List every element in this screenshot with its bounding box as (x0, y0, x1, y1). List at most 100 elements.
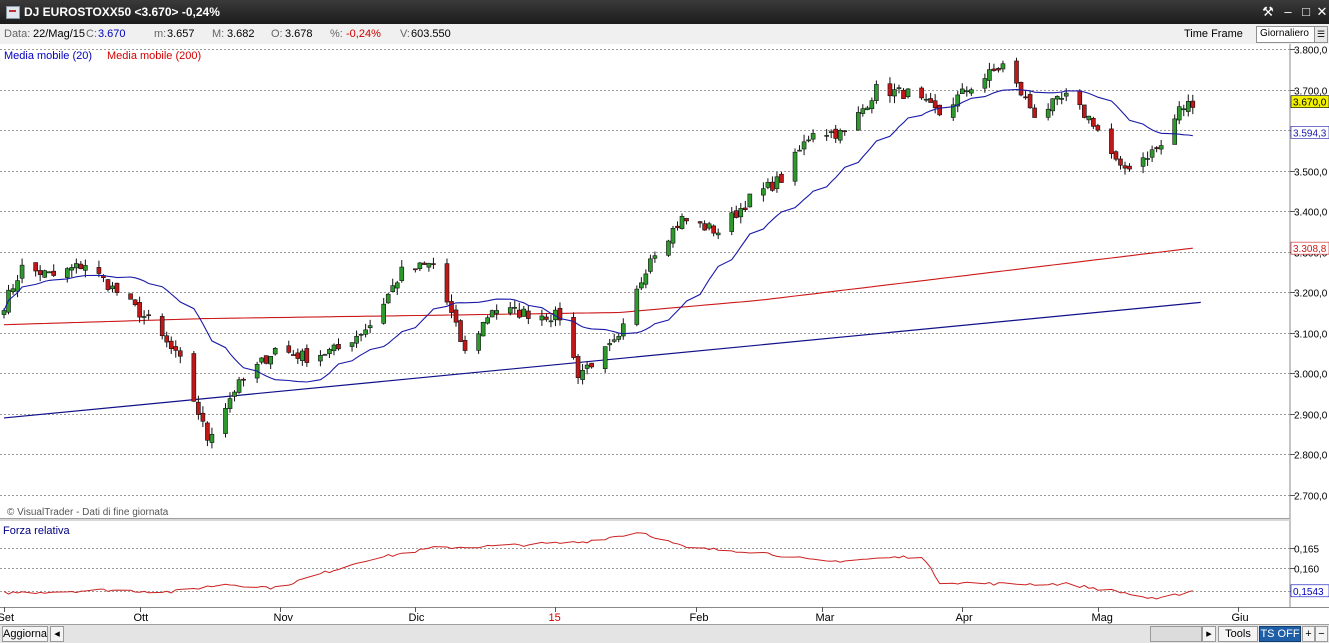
candle-down (290, 354, 296, 356)
candle-up (1149, 149, 1155, 158)
candle-up (824, 135, 829, 137)
candle-up (837, 129, 843, 141)
candle-down (1190, 100, 1196, 108)
candle-up (327, 349, 332, 355)
candle-down (833, 128, 839, 139)
time-tick-label: 15 (549, 612, 561, 624)
candle-down (413, 268, 418, 271)
aggiorna-button[interactable]: Aggiorna (2, 626, 48, 642)
candle-up (679, 216, 685, 229)
candle-down (453, 309, 459, 323)
zoom-in-button[interactable]: + (1302, 626, 1315, 642)
tools-button[interactable]: Tools (1218, 626, 1258, 642)
ts-off-button[interactable]: TS OFF (1259, 626, 1301, 642)
candle-up (272, 347, 278, 355)
candle-up (539, 315, 545, 321)
minimize-button[interactable]: – (1280, 4, 1296, 20)
candle-up (331, 344, 337, 352)
bottom-toolbar: Aggiorna ◂ ▸ Tools TS OFF + − (0, 624, 1329, 643)
candle-down (1014, 60, 1019, 84)
panel-separator-bar (0, 519, 1290, 521)
candle-up (810, 133, 816, 140)
zoom-out-button[interactable]: − (1315, 626, 1328, 642)
last-price-tag: 3.670,0 (1293, 98, 1327, 109)
candle-down (675, 225, 680, 229)
candle-up (761, 188, 766, 196)
time-tick-label: Ott (134, 612, 149, 624)
chart-area[interactable]: 3.800,03.700,03.600,03.500,03.400,03.300… (0, 44, 1329, 624)
maximize-button[interactable]: □ (1298, 4, 1314, 20)
close-label: C: (86, 28, 97, 40)
candle-down (37, 270, 43, 275)
candle-down (702, 223, 707, 231)
candle-down (733, 210, 739, 218)
candle-down (263, 355, 269, 364)
candle-up (349, 342, 355, 347)
rs-tick-label: 0,165 (1294, 545, 1319, 556)
candle-down (78, 263, 84, 270)
candle-down (575, 356, 581, 378)
chart-app-icon (6, 6, 20, 19)
horizontal-scrollbar-thumb[interactable] (1150, 626, 1202, 642)
legend-ma200[interactable]: Media mobile (200) (107, 50, 201, 62)
scroll-left-button[interactable]: ◂ (50, 626, 64, 642)
candle-down (770, 181, 775, 191)
candle-down (1109, 128, 1114, 155)
candle-up (964, 90, 970, 93)
candle-up (485, 317, 490, 324)
candle-up (738, 208, 744, 218)
time-frame-select[interactable]: Giornaliero ☰ (1256, 26, 1328, 43)
wrench-icon[interactable]: ⚒ (1260, 4, 1276, 20)
candle-up (706, 223, 712, 229)
candle-down (159, 316, 165, 337)
candle-up (74, 263, 79, 269)
candle-down (743, 207, 748, 210)
candle-down (928, 98, 933, 103)
price-tick-label: 3.400,0 (1294, 208, 1328, 219)
candle-up (42, 270, 47, 278)
candle-down (191, 353, 197, 402)
window-title: DJ EUROSTOXX50 <3.670> -0,24% (24, 5, 220, 19)
candle-up (548, 320, 554, 323)
legend-relative-strength[interactable]: Forza relativa (3, 525, 70, 537)
candle-down (697, 221, 703, 224)
candle-up (670, 227, 676, 244)
candle-up (634, 288, 640, 325)
candle-up (69, 267, 75, 271)
candle-down (422, 262, 427, 265)
open-label: O: (271, 28, 283, 40)
time-tick-label: Mar (816, 612, 835, 624)
candle-down (1027, 94, 1033, 109)
candle-up (322, 354, 328, 356)
candle-down (96, 267, 102, 274)
candle-up (959, 88, 965, 95)
rs-value-tag: 0,1543 (1293, 587, 1324, 598)
time-tick-label: Set (0, 612, 14, 624)
scroll-right-button[interactable]: ▸ (1202, 626, 1216, 642)
candle-down (1095, 125, 1101, 131)
candle-down (991, 68, 997, 71)
candle-up (227, 398, 233, 409)
ma20-value-tag: 3.594,3 (1293, 128, 1327, 139)
chart-canvas[interactable]: 3.800,03.700,03.600,03.500,03.400,03.300… (0, 44, 1329, 624)
dropdown-arrow-icon[interactable]: ☰ (1314, 27, 1327, 42)
close-button[interactable]: ✕ (1314, 4, 1329, 20)
candle-down (132, 299, 138, 306)
candle-up (860, 108, 866, 114)
title-bar: DJ EUROSTOXX50 <3.670> -0,24% ⚒ – □ ✕ (0, 0, 1329, 24)
candle-up (1145, 158, 1150, 160)
candle-up (385, 293, 391, 304)
candle-down (1018, 82, 1024, 96)
candle-up (1140, 157, 1146, 167)
time-tick-label: Nov (274, 612, 294, 624)
candle-down (779, 173, 784, 183)
legend-ma20[interactable]: Media mobile (20) (4, 50, 92, 62)
candle-down (462, 340, 468, 351)
candle-up (602, 346, 608, 369)
time-tick-label: Giu (1232, 612, 1249, 624)
candle-up (480, 322, 486, 337)
candle-down (241, 378, 246, 381)
candle-up (1158, 145, 1164, 150)
high-value: 3.682 (227, 28, 255, 40)
candle-up (494, 310, 499, 314)
